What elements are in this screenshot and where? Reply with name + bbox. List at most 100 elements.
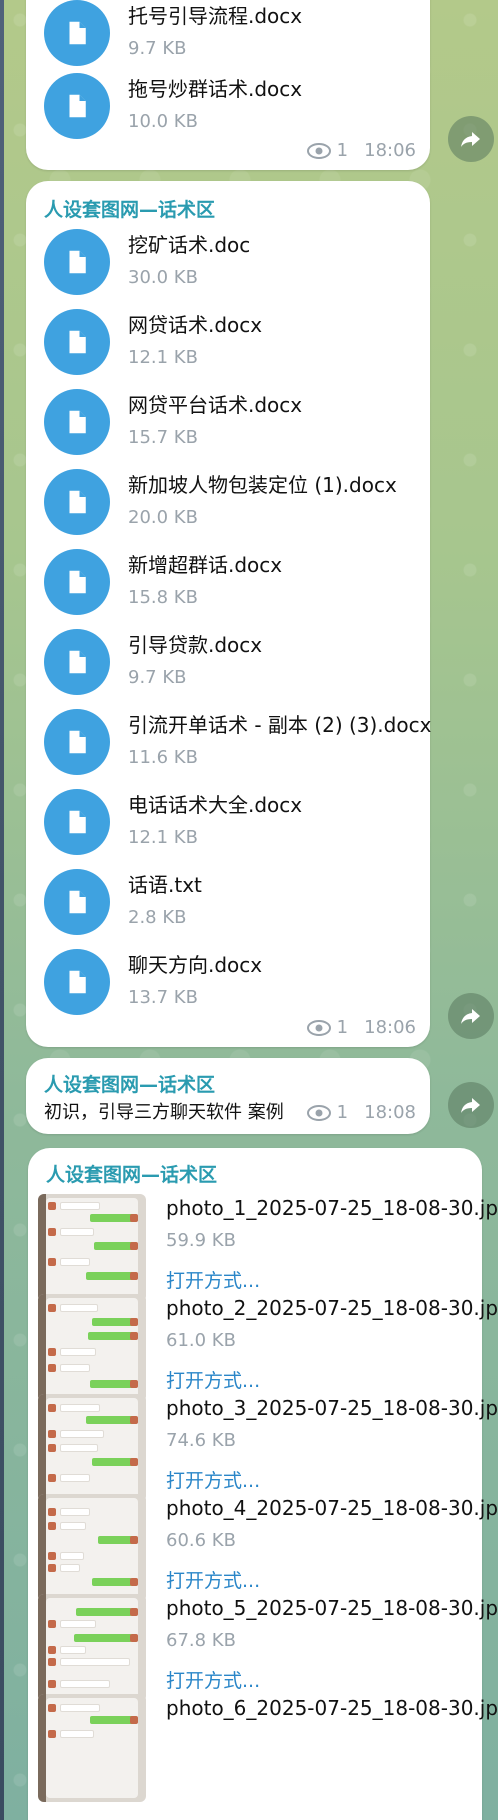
file-item[interactable]: 引流开单话术 - 副本 (2) (3).docx 11.6 KB	[44, 709, 444, 779]
sender-name[interactable]: 人设套图网—话术区	[46, 1160, 217, 1187]
forward-button[interactable]	[448, 993, 494, 1039]
file-name: 聊天方向.docx	[128, 953, 263, 977]
file-item[interactable]: 聊天方向.docx 13.7 KB	[44, 949, 444, 1019]
photo-file-name: photo_5_2025-07-25_18-08-30.jpg	[166, 1596, 498, 1620]
file-name: 托号引导流程.docx	[128, 4, 303, 28]
eye-icon	[306, 1104, 331, 1121]
photo-file-size: 59.9 KB	[166, 1230, 236, 1251]
open-with-link[interactable]: 打开方式...	[166, 1566, 260, 1593]
file-item[interactable]: 电话话术大全.docx 12.1 KB	[44, 789, 444, 859]
file-name: 新增超群话.docx	[128, 553, 283, 577]
message-time: 18:06	[364, 1017, 416, 1038]
file-item[interactable]: 新增超群话.docx 15.8 KB	[44, 549, 444, 619]
message-meta: 1 18:06	[306, 1017, 416, 1038]
file-size: 9.7 KB	[128, 38, 187, 59]
file-size: 9.7 KB	[128, 667, 187, 688]
sender-name[interactable]: 人设套图网—话术区	[44, 1070, 215, 1097]
photo-file-item[interactable]: photo_2_2025-07-25_18-08-30.jpg 61.0 KB 打开…	[38, 1294, 498, 1404]
forward-button[interactable]	[448, 116, 494, 162]
eye-icon	[306, 142, 331, 159]
photo-file-item[interactable]: photo_4_2025-07-25_18-08-30.jpg 60.6 KB 打开…	[38, 1494, 498, 1604]
photo-thumbnail[interactable]	[38, 1694, 146, 1802]
view-count: 1	[336, 140, 349, 161]
file-name: 话语.txt	[128, 873, 202, 897]
file-name: 新加坡人物包装定位 (1).docx	[128, 473, 397, 497]
photo-thumbnail[interactable]	[38, 1294, 146, 1402]
document-icon[interactable]	[44, 73, 110, 139]
photo-thumbnail[interactable]	[38, 1194, 146, 1302]
document-icon[interactable]	[44, 869, 110, 935]
open-with-link[interactable]: 打开方式...	[166, 1366, 260, 1393]
file-name: 拖号炒群话术.docx	[128, 77, 303, 101]
file-name: 网贷平台话术.docx	[128, 393, 303, 417]
message-bubble-2[interactable]: 人设套图网—话术区 挖矿话术.doc 30.0 KB 网贷话术.docx 12.1 K…	[26, 181, 431, 1047]
document-icon[interactable]	[44, 0, 110, 66]
message-bubble-1[interactable]: 托号引导流程.docx 9.7 KB 拖号炒群话术.docx 10.0 KB 1…	[26, 0, 430, 170]
file-size: 30.0 KB	[128, 267, 198, 288]
file-size: 12.1 KB	[128, 827, 198, 848]
photo-thumbnail[interactable]	[38, 1394, 146, 1502]
file-name: 引流开单话术 - 副本 (2) (3).docx	[128, 713, 432, 737]
file-item[interactable]: 拖号炒群话术.docx 10.0 KB	[44, 73, 444, 143]
file-item[interactable]: 网贷话术.docx 12.1 KB	[44, 309, 444, 379]
message-time: 18:06	[364, 140, 416, 161]
document-icon[interactable]	[44, 949, 110, 1015]
message-bubble-4[interactable]: 人设套图网—话术区 photo_1_2025-07-25_18-08-30.jp…	[28, 1148, 498, 1820]
sender-name[interactable]: 人设套图网—话术区	[44, 195, 215, 222]
document-icon[interactable]	[44, 389, 110, 455]
message-meta: 1 18:08	[306, 1102, 416, 1123]
file-name: 挖矿话术.doc	[128, 233, 251, 257]
document-icon[interactable]	[44, 309, 110, 375]
document-icon[interactable]	[44, 469, 110, 535]
photo-file-size: 60.6 KB	[166, 1530, 236, 1551]
eye-icon	[306, 1019, 331, 1036]
document-icon[interactable]	[44, 629, 110, 695]
photo-file-name: photo_6_2025-07-25_18-08-30.jpg	[166, 1696, 498, 1720]
document-icon[interactable]	[44, 229, 110, 295]
photo-file-size: 74.6 KB	[166, 1430, 236, 1451]
document-icon[interactable]	[44, 549, 110, 615]
message-text: 初识，引导三方聊天软件 案例	[44, 1102, 284, 1123]
photo-file-item[interactable]: photo_5_2025-07-25_18-08-30.jpg 67.8 KB 打开…	[38, 1594, 498, 1704]
file-size: 10.0 KB	[128, 111, 198, 132]
photo-file-size: 67.8 KB	[166, 1630, 236, 1651]
file-name: 电话话术大全.docx	[128, 793, 303, 817]
photo-file-name: photo_1_2025-07-25_18-08-30.jpg	[166, 1196, 498, 1220]
document-icon[interactable]	[44, 709, 110, 775]
message-time: 18:08	[364, 1102, 416, 1123]
photo-file-size: 61.0 KB	[166, 1330, 236, 1351]
open-with-link[interactable]: 打开方式...	[166, 1666, 260, 1693]
view-count: 1	[336, 1102, 349, 1123]
file-name: 引导贷款.docx	[128, 633, 263, 657]
forward-button[interactable]	[448, 1082, 494, 1128]
photo-file-item[interactable]: photo_3_2025-07-25_18-08-30.jpg 74.6 KB 打开…	[38, 1394, 498, 1504]
forward-arrow-icon	[461, 132, 480, 147]
file-item[interactable]: 托号引导流程.docx 9.7 KB	[44, 0, 444, 70]
open-with-link[interactable]: 打开方式...	[166, 1466, 260, 1493]
file-item[interactable]: 网贷平台话术.docx 15.7 KB	[44, 389, 444, 459]
open-with-link[interactable]: 打开方式...	[166, 1266, 260, 1293]
file-size: 12.1 KB	[128, 347, 198, 368]
message-meta: 1 18:06	[306, 140, 416, 161]
photo-file-item[interactable]: photo_6_2025-07-25_18-08-30.jpg	[38, 1694, 498, 1804]
file-size: 2.8 KB	[128, 907, 187, 928]
file-item[interactable]: 话语.txt 2.8 KB	[44, 869, 444, 939]
file-item[interactable]: 引导贷款.docx 9.7 KB	[44, 629, 444, 699]
file-size: 11.6 KB	[128, 747, 198, 768]
file-size: 15.8 KB	[128, 587, 198, 608]
file-item[interactable]: 挖矿话术.doc 30.0 KB	[44, 229, 444, 299]
file-item[interactable]: 新加坡人物包装定位 (1).docx 20.0 KB	[44, 469, 444, 539]
photo-thumbnail[interactable]	[38, 1494, 146, 1602]
forward-arrow-icon	[461, 1098, 480, 1113]
photo-file-item[interactable]: photo_1_2025-07-25_18-08-30.jpg 59.9 KB 打开…	[38, 1194, 498, 1304]
forward-arrow-icon	[461, 1009, 480, 1024]
message-bubble-3[interactable]: 人设套图网—话术区 初识，引导三方聊天软件 案例 1 18:08	[26, 1058, 430, 1134]
document-icon[interactable]	[44, 789, 110, 855]
file-name: 网贷话术.docx	[128, 313, 263, 337]
photo-thumbnail[interactable]	[38, 1594, 146, 1702]
photo-file-name: photo_2_2025-07-25_18-08-30.jpg	[166, 1296, 498, 1320]
file-size: 15.7 KB	[128, 427, 198, 448]
photo-file-name: photo_4_2025-07-25_18-08-30.jpg	[166, 1496, 498, 1520]
file-size: 20.0 KB	[128, 507, 198, 528]
photo-file-name: photo_3_2025-07-25_18-08-30.jpg	[166, 1396, 498, 1420]
